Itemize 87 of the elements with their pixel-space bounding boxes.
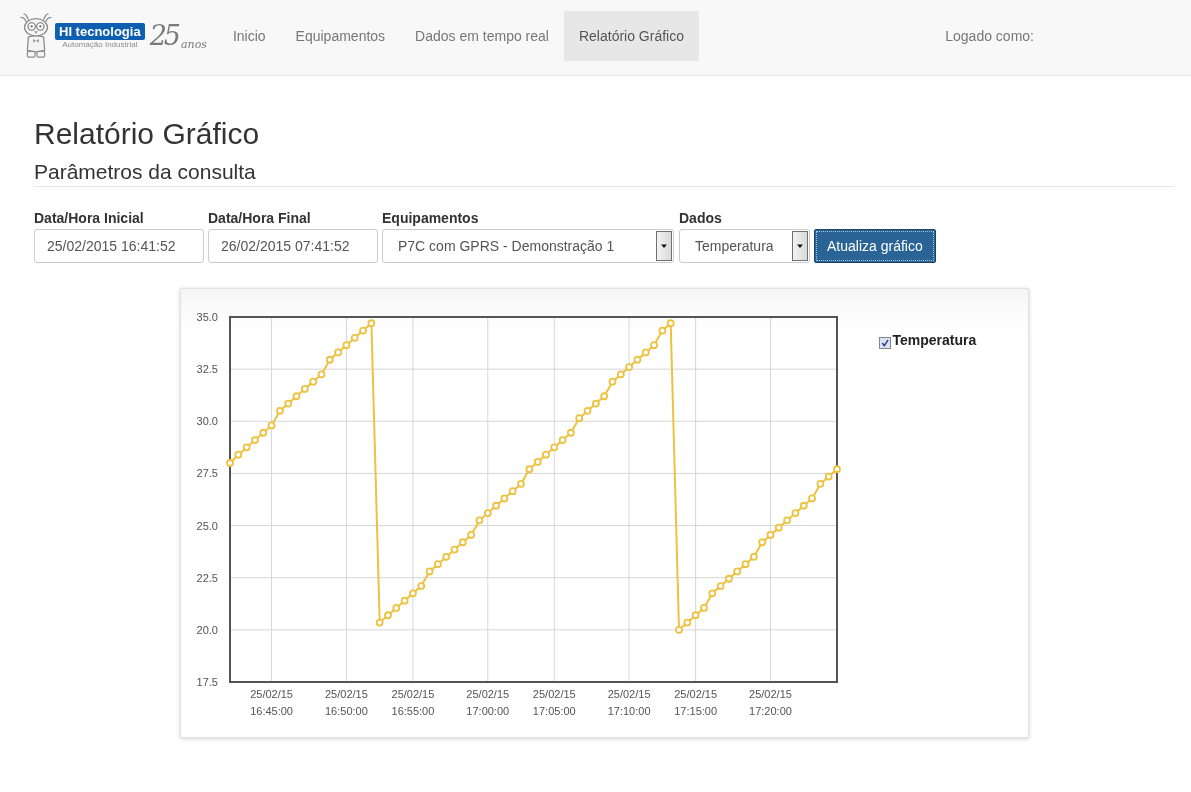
- y-tick-label: 27.5: [196, 467, 218, 480]
- data-point: [732, 567, 741, 576]
- data-point: [599, 392, 608, 401]
- data-point: [757, 538, 766, 547]
- data-point: [491, 501, 500, 510]
- data-point: [782, 516, 791, 525]
- data-point: [333, 348, 342, 357]
- data-point: [641, 348, 650, 357]
- data-point: [774, 523, 783, 532]
- y-tick-label: 17.5: [196, 676, 218, 688]
- y-tick-label: 20.0: [196, 623, 218, 636]
- data-point: [566, 428, 575, 437]
- data-point: [383, 611, 392, 620]
- x-tick-label: 25/02/15 17:10:00: [607, 688, 651, 717]
- data-point: [350, 333, 359, 342]
- data-point: [275, 406, 284, 415]
- legend-label: Temperatura: [892, 332, 977, 349]
- data-point: [508, 487, 517, 496]
- data-point: [815, 479, 824, 488]
- data-point: [591, 399, 600, 408]
- data-point: [242, 443, 251, 452]
- data-point: [707, 589, 716, 598]
- data-point: [724, 574, 733, 583]
- data-point: [691, 611, 700, 620]
- data-point: [358, 326, 367, 335]
- data-point: [233, 450, 242, 459]
- brand-tagline: Automação Industrial: [62, 40, 138, 50]
- x-tick-label: 25/02/15 16:50:00: [324, 688, 368, 717]
- x-tick-label: 25/02/15 17:15:00: [673, 688, 717, 717]
- data-point: [666, 319, 675, 328]
- x-tick-label: 25/02/15 17:05:00: [532, 688, 576, 717]
- data-point: [649, 341, 658, 350]
- nav-link[interactable]: Equipamentos: [280, 11, 401, 61]
- update-chart-button[interactable]: Atualiza gráfico: [814, 229, 936, 263]
- caret-icon: [656, 231, 672, 261]
- x-tick-label: 25/02/15 17:00:00: [465, 688, 509, 717]
- field-label: Data/Hora Inicial: [34, 210, 144, 227]
- page-title: Relatório Gráfico: [34, 117, 261, 150]
- datetime-field[interactable]: 26/02/2015 07:41:52: [208, 229, 378, 263]
- data-point: [541, 450, 550, 459]
- data-point: [283, 399, 292, 408]
- data-point: [516, 479, 525, 488]
- dropdown-select[interactable]: Temperatura: [679, 229, 810, 263]
- data-point: [574, 414, 583, 423]
- data-point: [408, 589, 417, 598]
- data-point: [366, 319, 375, 328]
- dropdown-select[interactable]: P7C com GPRS - Demonstração 1: [382, 229, 674, 263]
- data-point: [616, 370, 625, 379]
- y-tick-label: 32.5: [196, 363, 218, 376]
- nav-link[interactable]: Dados em tempo real: [400, 11, 564, 61]
- anniversary-number: 25: [149, 21, 178, 51]
- data-point: [524, 465, 533, 474]
- y-tick-label: 30.0: [196, 415, 218, 428]
- anniversary-word: anos: [181, 38, 207, 51]
- data-point: [258, 428, 267, 437]
- field-label: Data/Hora Final: [208, 210, 311, 227]
- legend-checkbox[interactable]: [878, 337, 891, 349]
- data-point: [549, 443, 558, 452]
- data-point: [458, 538, 467, 547]
- data-point: [433, 560, 442, 569]
- data-point: [832, 465, 841, 474]
- data-point: [807, 494, 816, 503]
- caret-icon: [792, 231, 808, 261]
- x-tick-label: 25/02/15 17:20:00: [748, 688, 792, 717]
- user-label: Logado como:: [945, 27, 1034, 46]
- y-tick-label: 35.0: [196, 311, 218, 323]
- data-point: [674, 625, 683, 634]
- nav-link[interactable]: Inicio: [217, 11, 281, 61]
- mascot-drawing: [18, 12, 54, 60]
- data-point: [375, 618, 384, 627]
- y-tick-label: 25.0: [196, 519, 218, 532]
- data-point: [441, 552, 450, 561]
- data-point: [308, 377, 317, 386]
- nav-link[interactable]: Relatório Gráfico: [563, 11, 699, 61]
- field-label: Equipamentos: [382, 210, 479, 227]
- data-point: [325, 355, 334, 364]
- y-tick-label: 22.5: [196, 571, 218, 584]
- x-tick-label: 25/02/15 16:45:00: [249, 688, 293, 717]
- datetime-field[interactable]: 25/02/2015 16:41:52: [34, 229, 204, 263]
- data-point: [682, 618, 691, 627]
- x-tick-label: 25/02/15 16:55:00: [391, 688, 434, 717]
- data-point: [824, 472, 833, 481]
- field-label: Dados: [679, 210, 722, 227]
- section-title: Parâmetros da consulta: [34, 160, 1174, 187]
- data-point: [749, 552, 758, 561]
- brand-name: HI tecnologia: [55, 23, 145, 40]
- data-point: [799, 501, 808, 510]
